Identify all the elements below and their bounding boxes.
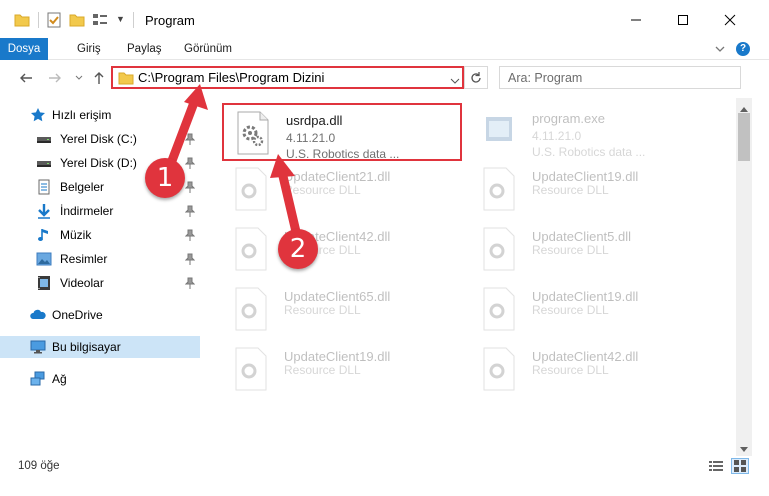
annotation-badge-2: 2 [278, 229, 318, 269]
annotation-arrow-2 [270, 154, 302, 241]
annotation-badge-1: 1 [145, 158, 185, 198]
annotation-arrow-1 [165, 84, 208, 171]
annotation-arrows [165, 84, 302, 241]
